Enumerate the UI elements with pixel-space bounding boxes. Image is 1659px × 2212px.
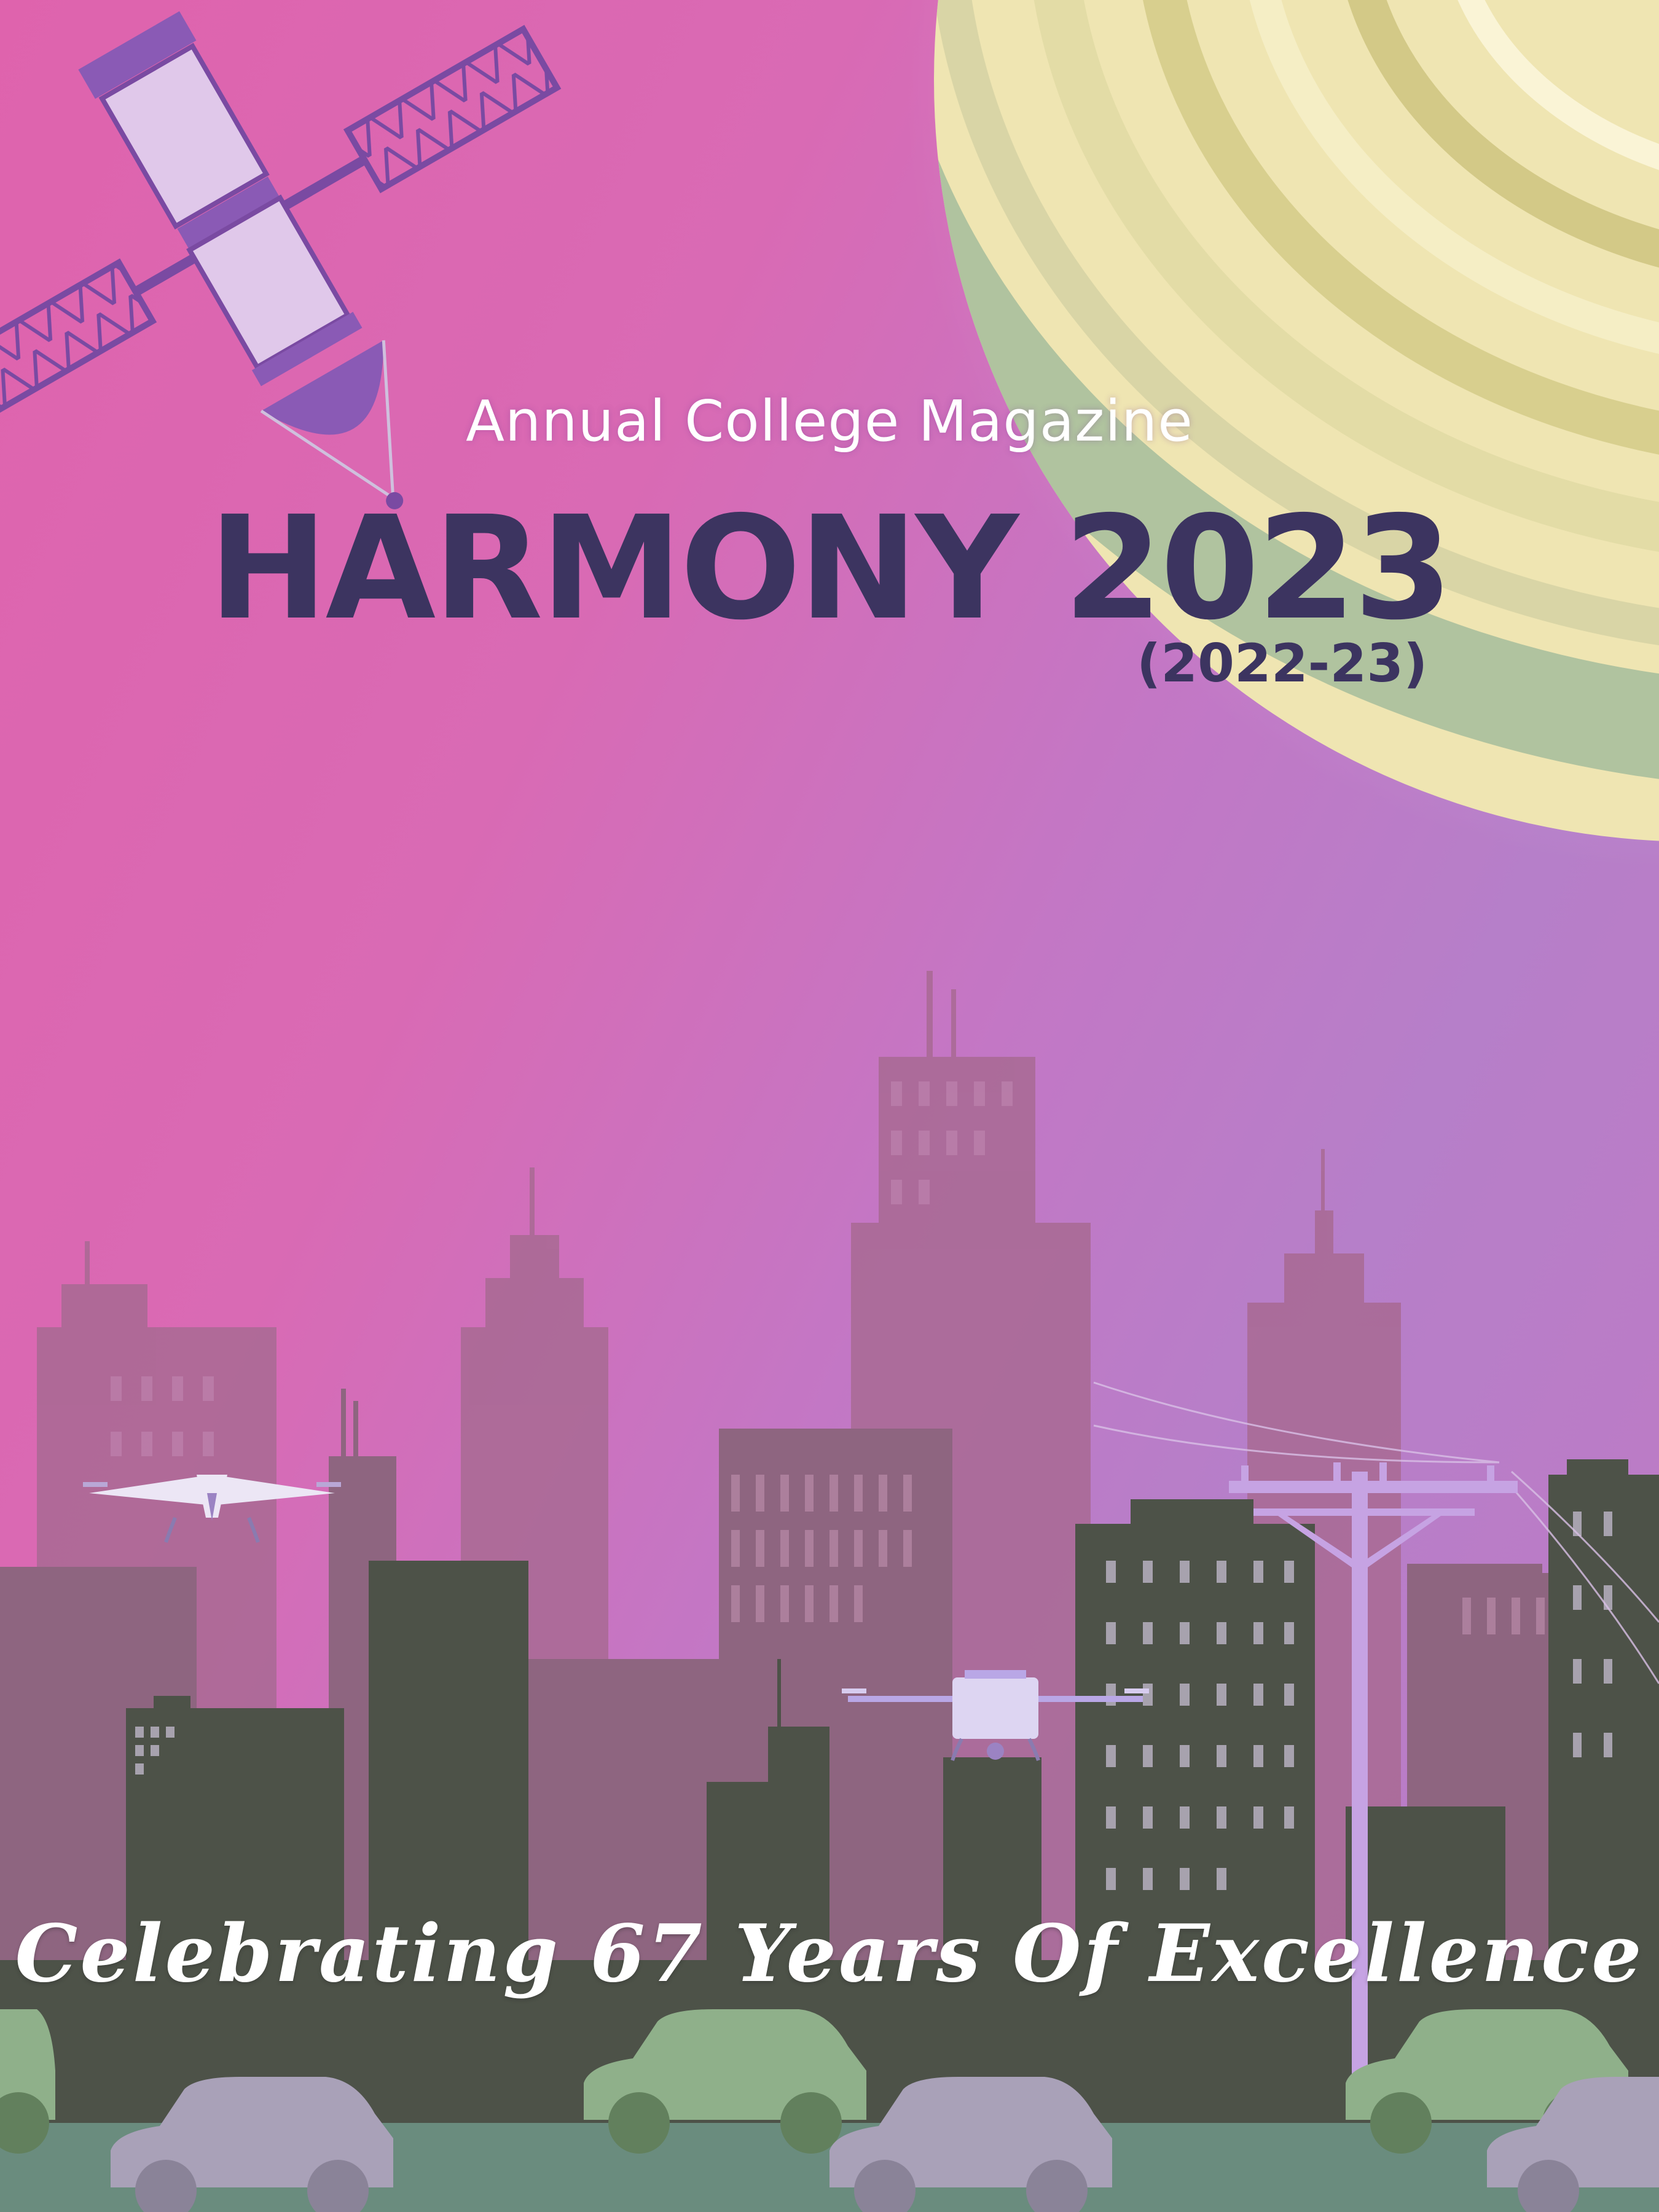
magazine-title: HARMONY 2023: [208, 485, 1453, 651]
magazine-subtitle: Annual College Magazine: [466, 388, 1193, 454]
academic-year: (2022-23): [1137, 633, 1428, 694]
magazine-cover: Annual College Magazine HARMONY 2023 (20…: [0, 0, 1659, 2212]
anniversary-tagline: Celebrating 67 Years Of Excellence: [15, 1908, 1644, 2000]
car-icon: [0, 2009, 55, 2154]
cover-illustration: [0, 0, 1659, 2212]
